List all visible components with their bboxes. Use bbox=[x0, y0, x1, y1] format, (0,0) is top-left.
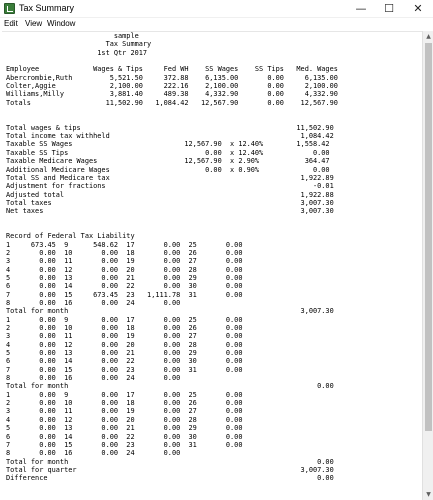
menu-view[interactable]: View bbox=[25, 18, 42, 30]
report-line bbox=[6, 57, 420, 65]
report-line: 7 0.00 15 673.45 23 1,111.78 31 0.00 bbox=[6, 290, 243, 299]
report-line: Record of Federal Tax Liability bbox=[6, 232, 135, 241]
report-line bbox=[6, 107, 420, 115]
report-line: 2 0.00 10 0.00 18 0.00 26 0.00 bbox=[6, 324, 243, 333]
report-line: 7 0.00 15 0.00 23 0.00 31 0.00 bbox=[6, 440, 243, 449]
report-line: 3 0.00 11 0.00 19 0.00 27 0.00 bbox=[6, 257, 243, 266]
report-line: Net taxes 3,007.30 bbox=[6, 207, 334, 216]
minimize-button[interactable]: — bbox=[346, 0, 376, 18]
window-title: Tax Summary bbox=[19, 3, 75, 13]
report-line: 1st Qtr 2017 bbox=[6, 48, 148, 57]
report-line: Total SS and Medicare tax 1,922.89 bbox=[6, 173, 334, 182]
report-line: 4 0.00 12 0.00 20 0.00 28 0.00 bbox=[6, 415, 243, 424]
report-line: Adjustment for fractions -0.01 bbox=[6, 182, 334, 191]
app-icon bbox=[4, 3, 15, 14]
report-line: 6 0.00 14 0.00 22 0.00 30 0.00 bbox=[6, 357, 243, 366]
scroll-up-icon[interactable]: ▲ bbox=[423, 31, 433, 42]
report-line: 4 0.00 12 0.00 20 0.00 28 0.00 bbox=[6, 265, 243, 274]
scroll-thumb[interactable] bbox=[425, 43, 432, 431]
report-line: 5 0.00 13 0.00 21 0.00 29 0.00 bbox=[6, 273, 243, 282]
report-line: 2 0.00 10 0.00 18 0.00 26 0.00 bbox=[6, 399, 243, 408]
report-view[interactable]: sample Tax Summary 1st Qtr 2017 Employee … bbox=[2, 31, 422, 500]
report-line: Additional Medicare Wages 0.00 x 0.90% 0… bbox=[6, 165, 330, 174]
tax-summary-report: sample Tax Summary 1st Qtr 2017 Employee … bbox=[6, 32, 420, 483]
report-line: 2 0.00 10 0.00 18 0.00 26 0.00 bbox=[6, 248, 243, 257]
report-line: Abercrombie,Ruth 5,521.50 372.88 6,135.0… bbox=[6, 73, 338, 82]
report-line: 5 0.00 13 0.00 21 0.00 29 0.00 bbox=[6, 349, 243, 358]
report-line: Difference 0.00 bbox=[6, 474, 334, 483]
report-line: Total for month 3,007.30 bbox=[6, 307, 334, 316]
report-line: Total for quarter 3,007.30 bbox=[6, 465, 334, 474]
maximize-button[interactable]: ☐ bbox=[374, 0, 404, 18]
report-line: 8 0.00 16 0.00 24 0.00 bbox=[6, 299, 181, 307]
report-line: Total for month 0.00 bbox=[6, 457, 334, 466]
report-line: 8 0.00 16 0.00 24 0.00 bbox=[6, 374, 181, 383]
report-line: 4 0.00 12 0.00 20 0.00 28 0.00 bbox=[6, 340, 243, 349]
report-line bbox=[6, 115, 420, 123]
menu-window[interactable]: Window bbox=[47, 18, 75, 30]
report-line: Employee Wages & Tips Fed WH SS Wages SS… bbox=[6, 65, 338, 74]
title-bar: Tax Summary — ☐ ✕ bbox=[0, 0, 433, 18]
vertical-scrollbar[interactable]: ▲ ▼ bbox=[422, 31, 433, 500]
report-line: Total taxes 3,007.30 bbox=[6, 198, 334, 207]
report-line bbox=[6, 224, 420, 232]
report-line: Adjusted total 1,922.88 bbox=[6, 190, 334, 199]
report-line: Tax Summary bbox=[6, 40, 152, 49]
menu-bar: Edit View Window bbox=[0, 18, 433, 30]
report-line: 6 0.00 14 0.00 22 0.00 30 0.00 bbox=[6, 282, 243, 291]
report-line: 3 0.00 11 0.00 19 0.00 27 0.00 bbox=[6, 332, 243, 341]
report-line: Taxable Medicare Wages 12,567.90 x 2.90%… bbox=[6, 157, 330, 166]
report-line: 1 0.00 9 0.00 17 0.00 25 0.00 bbox=[6, 390, 243, 399]
report-line: 5 0.00 13 0.00 21 0.00 29 0.00 bbox=[6, 424, 243, 433]
report-line: Williams,Milly 3,881.40 489.38 4,332.90 … bbox=[6, 90, 338, 99]
close-button[interactable]: ✕ bbox=[403, 0, 433, 18]
report-line: Taxable SS Wages 12,567.90 x 12.40% 1,55… bbox=[6, 140, 330, 149]
report-line: 8 0.00 16 0.00 24 0.00 bbox=[6, 449, 181, 458]
report-line: Totals 11,502.90 1,084.42 12,567.90 0.00… bbox=[6, 98, 338, 107]
report-line: Total income tax withheld 1,084.42 bbox=[6, 132, 334, 141]
scroll-down-icon[interactable]: ▼ bbox=[423, 489, 433, 500]
report-line: Total wages & tips 11,502.90 bbox=[6, 123, 334, 132]
report-line: Total for month 0.00 bbox=[6, 382, 334, 391]
report-line: 1 0.00 9 0.00 17 0.00 25 0.00 bbox=[6, 315, 243, 324]
menu-edit[interactable]: Edit bbox=[4, 18, 18, 30]
report-line: 1 673.45 9 548.62 17 0.00 25 0.00 bbox=[6, 240, 243, 249]
report-line: Taxable SS Tips 0.00 x 12.40% 0.00 bbox=[6, 148, 330, 157]
report-line: 7 0.00 15 0.00 23 0.00 31 0.00 bbox=[6, 365, 243, 374]
report-line: Colter,Aggie 2,100.00 222.16 2,100.00 0.… bbox=[6, 82, 338, 91]
report-line: 3 0.00 11 0.00 19 0.00 27 0.00 bbox=[6, 407, 243, 416]
report-line bbox=[6, 216, 420, 224]
report-line: sample bbox=[6, 32, 139, 40]
report-line: 6 0.00 14 0.00 22 0.00 30 0.00 bbox=[6, 432, 243, 441]
